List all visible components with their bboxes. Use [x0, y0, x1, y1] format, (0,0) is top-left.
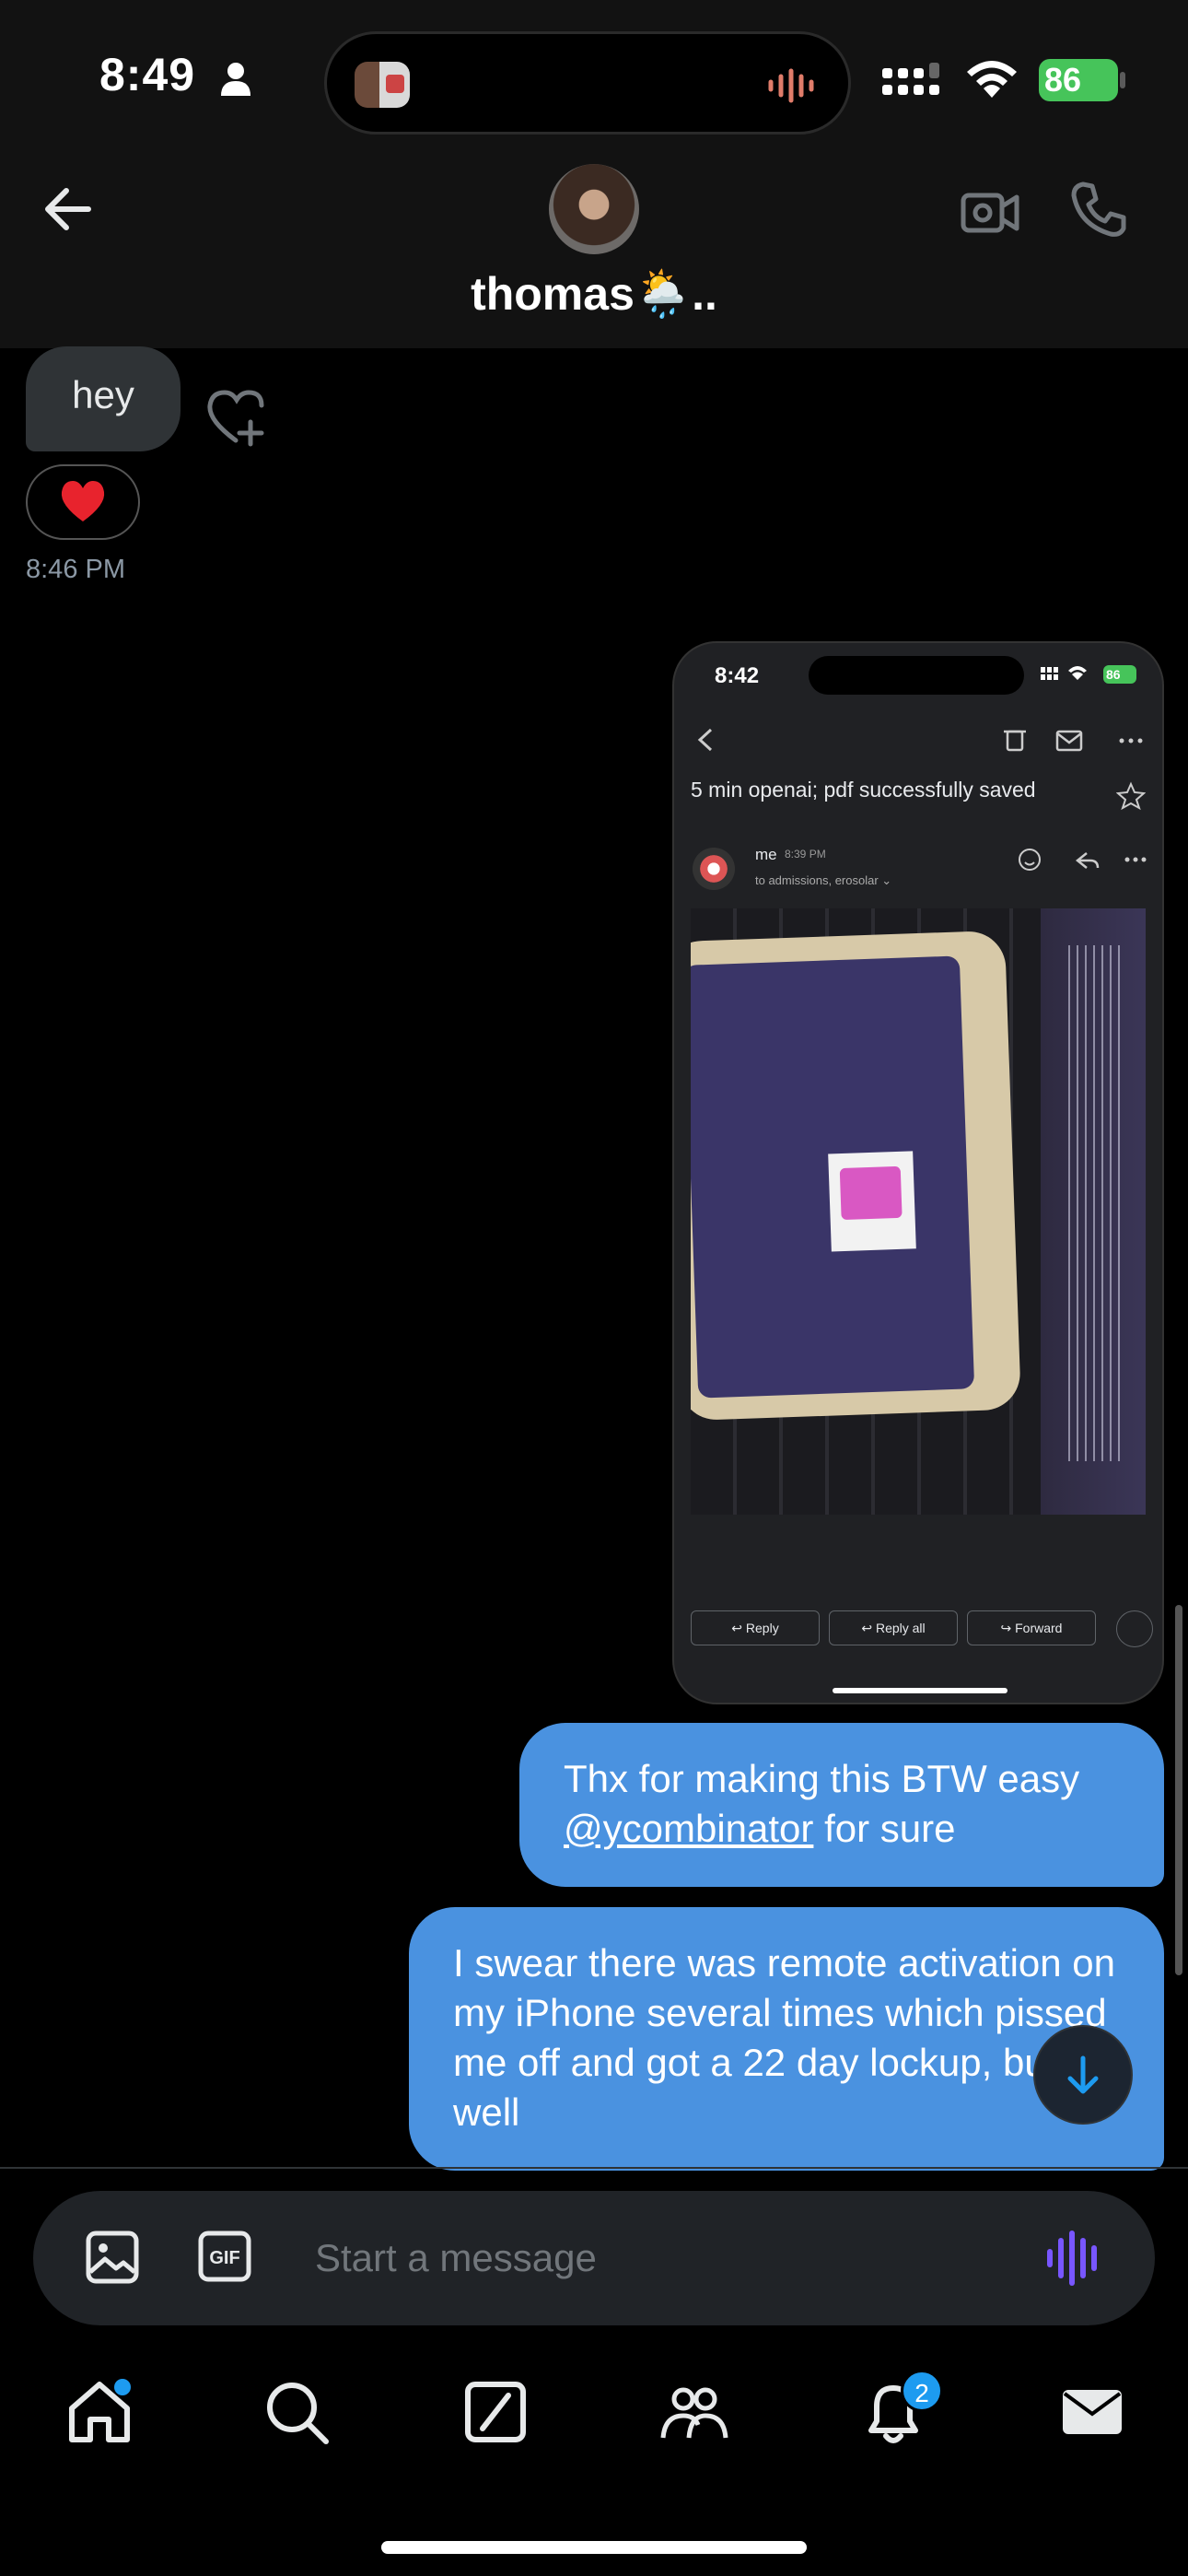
- sent-message-bubble[interactable]: Thx for making this BTW easy @ycombinato…: [519, 1723, 1164, 1887]
- arrow-down-icon: [1067, 2055, 1099, 2094]
- svg-text:GIF: GIF: [209, 2248, 239, 2268]
- tab-notifications[interactable]: 2: [856, 2370, 943, 2449]
- video-call-icon[interactable]: [958, 179, 1022, 243]
- received-message-bubble[interactable]: hey: [26, 346, 181, 451]
- attachment-sender-avatar: [693, 848, 735, 890]
- envelope-icon: [1063, 2390, 1122, 2434]
- attachment-toolbar-icons: [1004, 730, 1143, 752]
- back-button[interactable]: [37, 177, 101, 241]
- attachment-home-indicator: [833, 1688, 1007, 1693]
- tab-grok[interactable]: [459, 2375, 532, 2449]
- sent-message-text: Thx for making this BTW easy: [564, 1757, 1080, 1800]
- screenshot-attachment[interactable]: 8:42 86 5 min openai; pdf successfully s…: [672, 641, 1164, 1704]
- wifi-icon: [967, 61, 1017, 98]
- sent-message-text-rest: for sure: [813, 1807, 956, 1850]
- scroll-to-bottom-button[interactable]: [1033, 2025, 1133, 2125]
- photo-tablet-screen: [691, 955, 975, 1399]
- status-time: 8:49: [99, 49, 196, 100]
- attachment-mail-action-icons: [1019, 849, 1147, 871]
- attachment-dynamic-island: [809, 656, 1024, 695]
- battery-cap: [1120, 72, 1125, 88]
- mention-link[interactable]: @ycombinator: [564, 1807, 813, 1850]
- attachment-battery: 86: [1103, 665, 1136, 684]
- attachment-sender-time: 8:39 PM: [785, 848, 826, 861]
- attachment-star-icon: [1116, 781, 1146, 811]
- dynamic-island: [324, 31, 851, 135]
- composer-divider: [0, 2167, 1188, 2169]
- conversation-header: thomas🌦️..: [0, 157, 1188, 348]
- message-input[interactable]: [315, 2226, 960, 2290]
- attachment-reply-all-label: Reply all: [875, 1621, 926, 1635]
- attachment-reply-button: ↩ Reply: [691, 1610, 820, 1645]
- grok-icon: [465, 2382, 526, 2442]
- attachment-reply-row: ↩ Reply ↩ Reply all ↪ Forward: [691, 1610, 1153, 1647]
- search-icon: [267, 2383, 329, 2444]
- notification-badge: 2: [901, 2370, 943, 2412]
- audio-wave-icon: [768, 68, 814, 103]
- tab-bar: 2: [0, 2359, 1188, 2469]
- phone-call-icon[interactable]: [1066, 177, 1131, 241]
- red-heart-icon: [61, 481, 105, 521]
- attachment-photo: [691, 908, 1146, 1515]
- battery-level: 86: [1039, 59, 1118, 101]
- communities-icon: [660, 2387, 728, 2439]
- message-reaction[interactable]: ❤️: [26, 464, 140, 540]
- attachment-forward-button: ↪ Forward: [967, 1610, 1096, 1645]
- gif-icon[interactable]: GIF: [197, 2230, 252, 2283]
- attachment-email-subject: 5 min openai; pdf successfully saved: [691, 778, 1036, 802]
- person-icon: [221, 63, 250, 96]
- scrollbar[interactable]: [1175, 1605, 1182, 1975]
- attachment-emoji-icon: [1116, 1610, 1153, 1647]
- contact-name[interactable]: thomas🌦️..: [0, 267, 1188, 322]
- image-icon[interactable]: [83, 2228, 142, 2287]
- message-composer: GIF: [33, 2191, 1155, 2325]
- photo-pink-card: [828, 1151, 916, 1252]
- tab-search[interactable]: [260, 2375, 333, 2449]
- add-reaction-heart-icon[interactable]: [204, 387, 269, 448]
- tab-communities[interactable]: [658, 2375, 731, 2449]
- attachment-sender: me: [755, 846, 777, 863]
- photo-monitor: [1041, 908, 1146, 1515]
- attachment-recipients: to admissions, erosolar ⌄: [755, 873, 892, 887]
- home-unread-dot: [114, 2379, 131, 2395]
- photo-tablet: [691, 930, 1021, 1422]
- tab-messages[interactable]: [1055, 2375, 1129, 2449]
- message-timestamp: 8:46 PM: [26, 555, 125, 584]
- voice-message-icon[interactable]: [1044, 2228, 1105, 2289]
- attachment-reply-all-button: ↩ Reply all: [829, 1610, 958, 1645]
- sent-message-text: I swear there was remote activation on m…: [453, 1941, 1116, 2134]
- attachment-back-icon: [697, 728, 713, 752]
- status-bar: 8:49 86: [0, 0, 1188, 157]
- attachment-reply-label: Reply: [745, 1621, 779, 1635]
- contact-avatar[interactable]: [549, 164, 639, 254]
- home-indicator: [381, 2541, 807, 2554]
- cellular-signal-icon: [882, 63, 939, 95]
- island-activity-thumbnail: [355, 62, 410, 108]
- tab-home[interactable]: [63, 2375, 136, 2449]
- attachment-forward-label: Forward: [1015, 1621, 1063, 1635]
- attachment-status-time: 8:42: [715, 663, 760, 688]
